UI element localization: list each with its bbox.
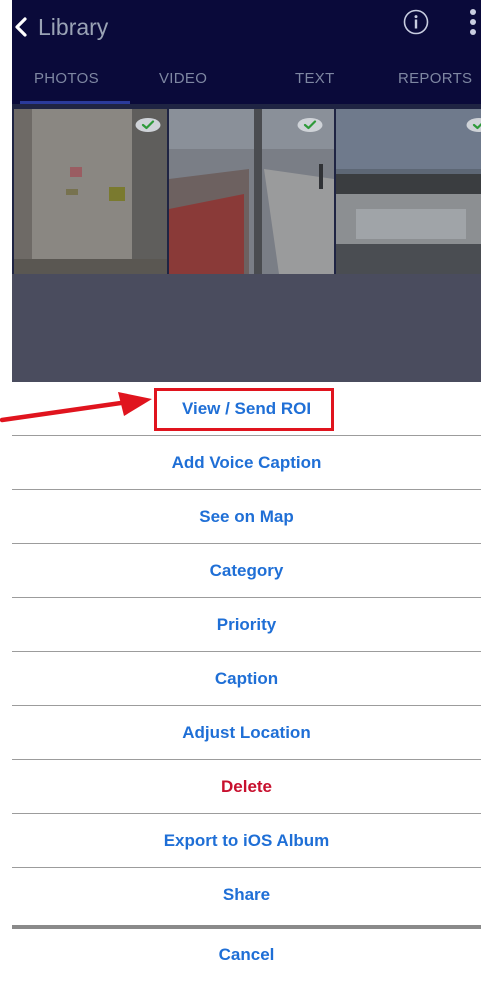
tab-photos[interactable]: PHOTOS: [34, 70, 99, 87]
synced-check-icon: [297, 118, 323, 132]
priority-button[interactable]: Priority: [12, 598, 481, 652]
add-voice-caption-button[interactable]: Add Voice Caption: [12, 436, 481, 490]
cancel-button[interactable]: Cancel: [12, 929, 481, 981]
photo-thumbnail[interactable]: [169, 109, 334, 274]
share-button[interactable]: Share: [12, 868, 481, 922]
back-button[interactable]: Library: [14, 12, 108, 42]
photo-image: [14, 109, 167, 274]
synced-check-icon: [466, 118, 481, 132]
photo-image: [336, 109, 481, 274]
tab-video[interactable]: VIDEO: [159, 70, 207, 87]
annotation-highlight-box: [154, 388, 334, 431]
more-vertical-icon[interactable]: [468, 8, 478, 38]
adjust-location-button[interactable]: Adjust Location: [12, 706, 481, 760]
photo-thumbnail[interactable]: [14, 109, 167, 274]
header-bar: Library: [12, 0, 481, 52]
export-to-ios-album-button[interactable]: Export to iOS Album: [12, 814, 481, 868]
photo-image: [169, 109, 334, 274]
back-label: Library: [38, 13, 109, 40]
delete-button[interactable]: Delete: [12, 760, 481, 814]
tab-text[interactable]: TEXT: [295, 70, 335, 87]
tab-reports[interactable]: REPORTS: [398, 70, 472, 87]
caption-button[interactable]: Caption: [12, 652, 481, 706]
category-button[interactable]: Category: [12, 544, 481, 598]
synced-check-icon: [135, 118, 161, 132]
chevron-left-icon: [15, 17, 27, 37]
tab-bar: PHOTOS VIDEO TEXT REPORTS: [12, 52, 481, 104]
app-screen: Library PHOTOS VIDEO TEXT REPORTS View /…: [12, 0, 481, 981]
see-on-map-button[interactable]: See on Map: [12, 490, 481, 544]
action-sheet: View / Send ROI Add Voice Caption See on…: [12, 382, 481, 981]
info-icon[interactable]: [403, 9, 429, 35]
empty-grid-area: [12, 274, 481, 382]
photo-thumbnail[interactable]: [336, 109, 481, 274]
annotation-arrow-icon: [0, 392, 152, 423]
